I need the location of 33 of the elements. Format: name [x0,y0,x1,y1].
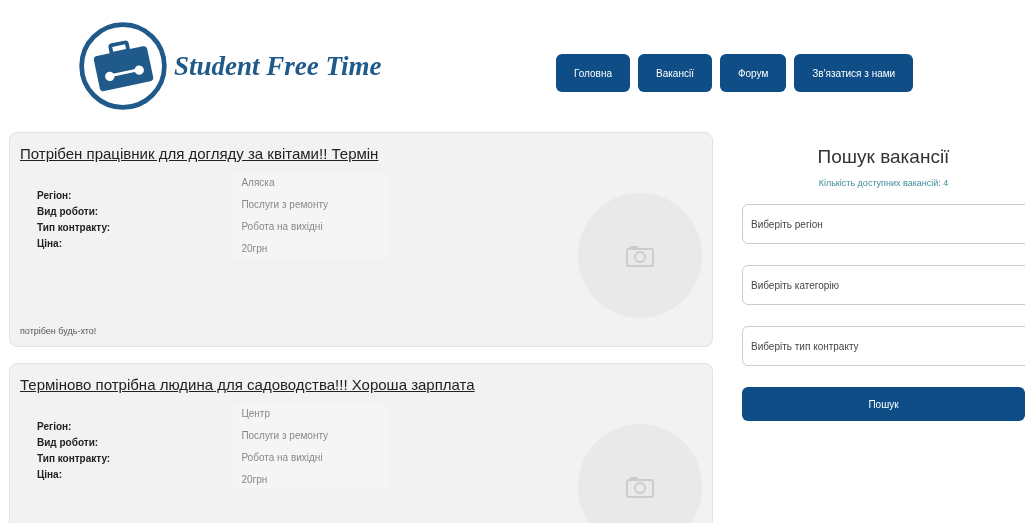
field-value: Робота на вихідні [241,221,324,232]
dropdown-field[interactable]: Виберіть регіон [742,204,1025,244]
dropdown-field[interactable]: Виберіть тип контракту [742,326,1025,366]
search-title: Пошук вакансії [816,146,951,168]
field-label: Тип контракту: [37,222,112,233]
site-logo-text: Student Free Time [174,50,382,82]
nav-button[interactable]: Зв'язатися з нами [794,54,914,92]
vacancy-description: потрібен будь-хто! [20,326,98,336]
field-label: Вид роботи: [37,206,100,217]
field-value: 20грн [241,243,269,254]
field-label: Ціна: [37,469,63,480]
camera-icon [625,243,656,268]
field-value: Робота на вихідні [241,452,324,463]
vacancy-title-link[interactable]: Потрібен працівник для догляду за квітами!! Термін [20,145,379,162]
field-value: 20грн [241,474,269,485]
field-label: Ціна: [37,238,63,249]
search-button[interactable]: Пошук [742,387,1025,421]
nav-button[interactable]: Форум [719,54,787,92]
nav-button[interactable]: Вакансії [638,54,712,92]
vacancy-title-link[interactable]: Терміново потрібна людина для садоводства!!! Хороша зарплата [20,376,475,393]
field-value: Центр [241,408,271,419]
field-label: Регіон: [37,190,73,201]
field-label: Регіон: [37,421,73,432]
briefcase-logo-icon [76,19,170,113]
vacancy-count: Кількість доступних вакансій: 4 [817,178,950,188]
nav-button[interactable]: Головна [556,54,630,92]
dropdown-field[interactable]: Виберіть категорію [742,265,1025,305]
field-value: Послуги з ремонту [241,199,330,210]
field-label: Вид роботи: [37,437,100,448]
field-value: Послуги з ремонту [241,430,330,441]
field-label: Тип контракту: [37,453,112,464]
field-value: Аляска [241,177,276,188]
camera-icon [625,474,656,499]
